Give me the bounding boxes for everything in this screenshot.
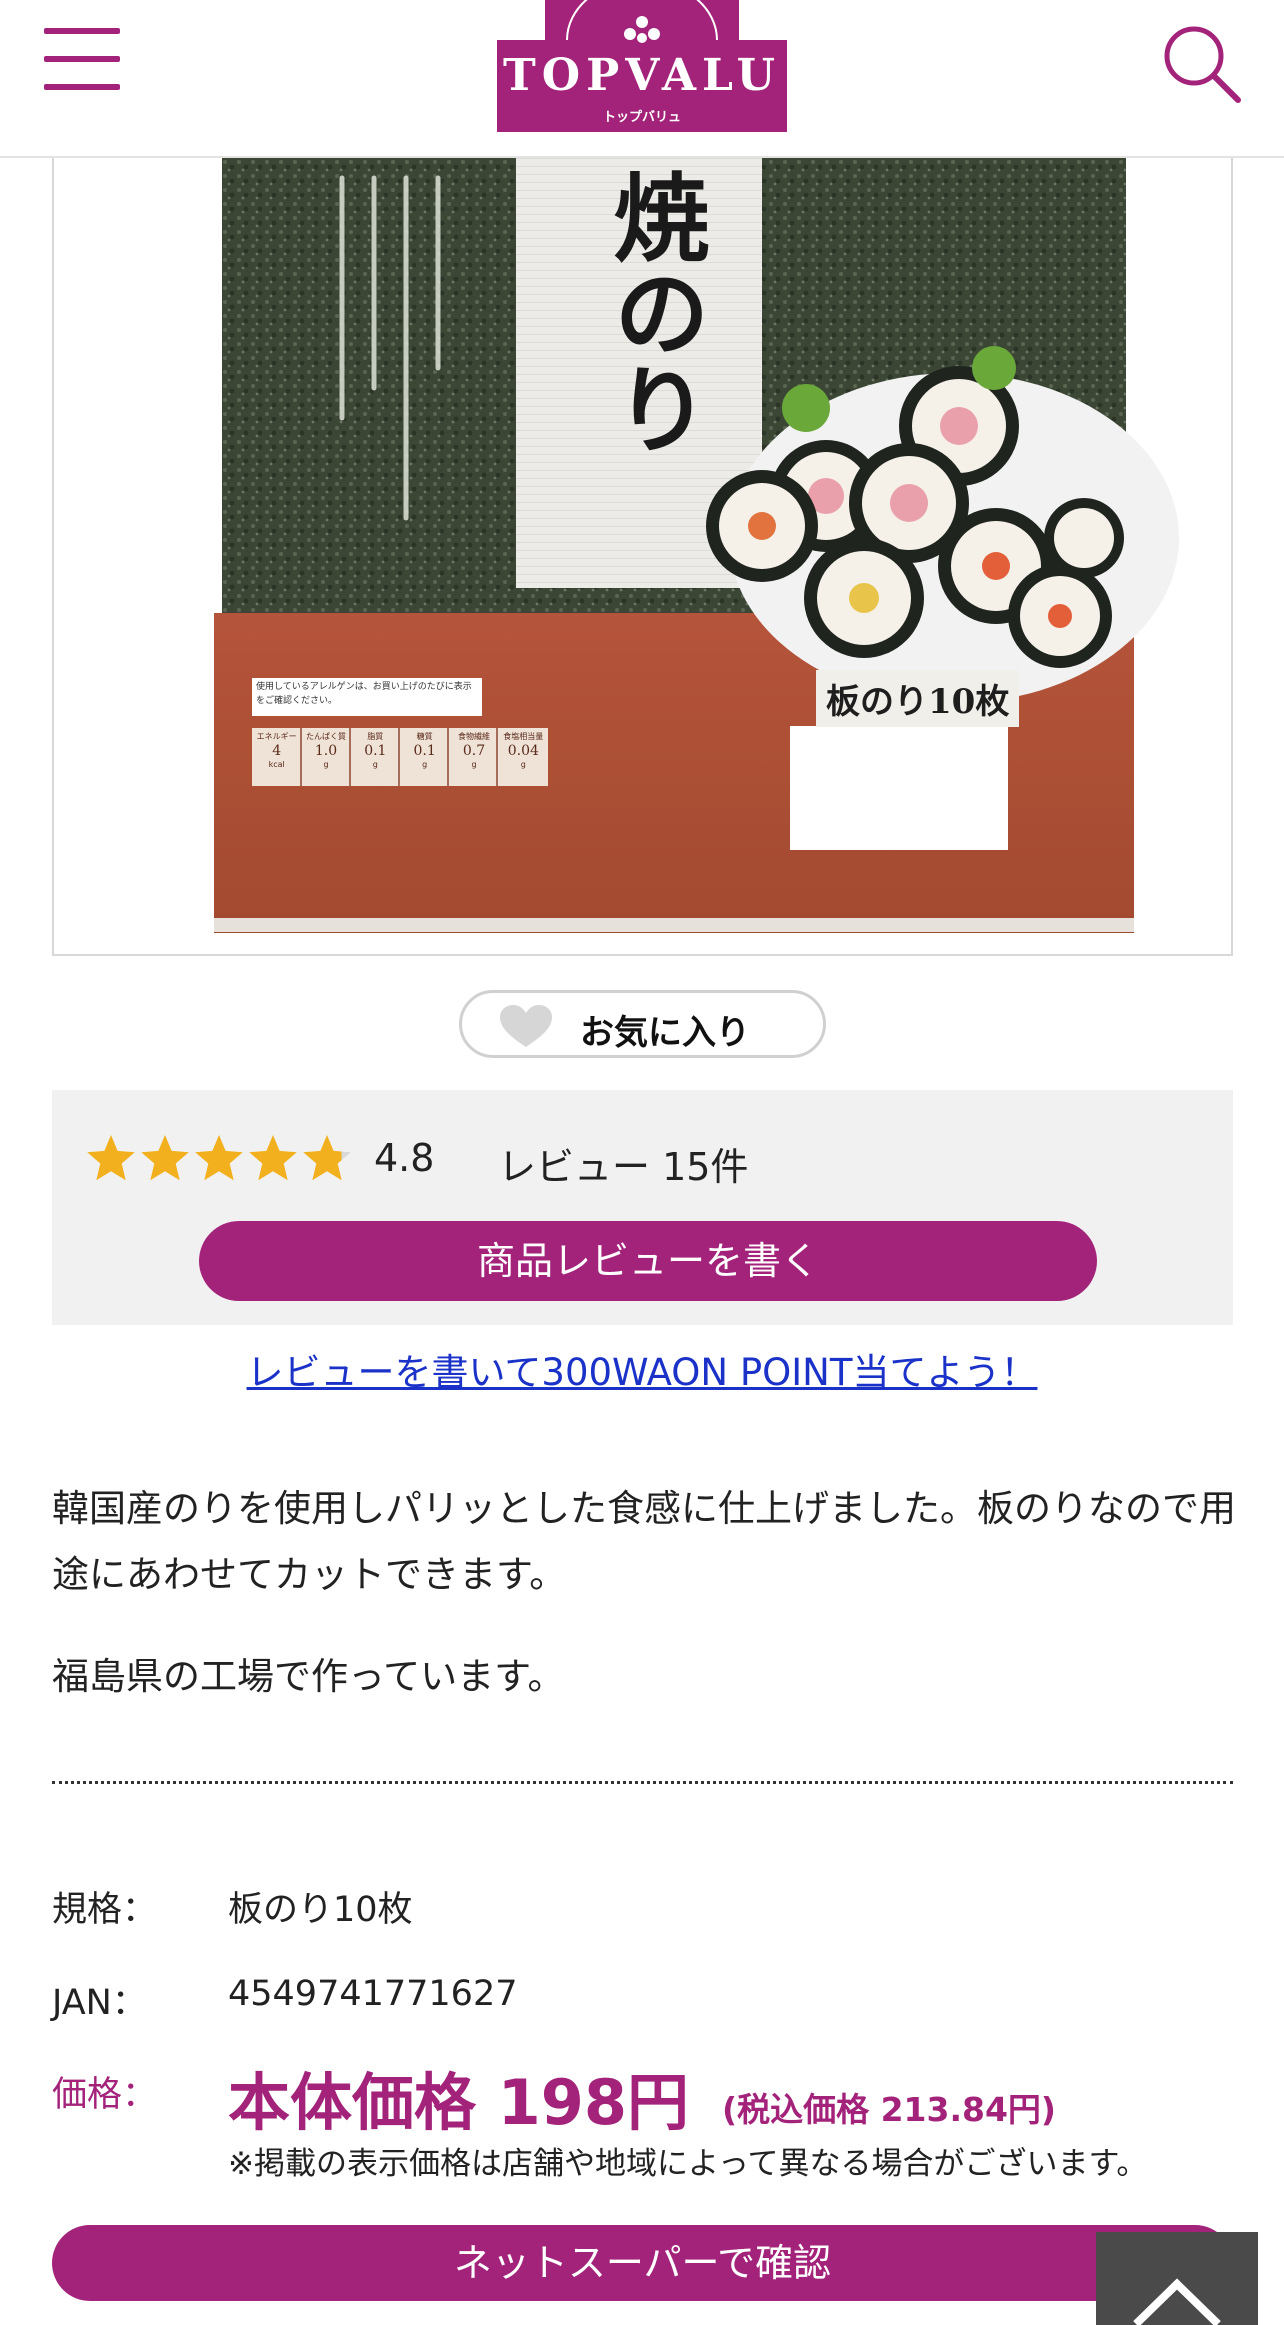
nutrition-label: 食塩相当量 <box>503 732 544 741</box>
nutrition-unit: g <box>422 760 428 769</box>
nutrition-cell: エネルギー 4 kcal <box>252 728 301 786</box>
jan-value: 4549741771627 <box>228 1974 518 2014</box>
nutrition-label: 食物繊維 <box>457 732 490 741</box>
nutrition-unit: g <box>520 760 526 769</box>
price-note: ※掲載の表示価格は店舗や地域によって異なる場合がございます。 <box>228 2146 1148 2182</box>
allergen-note: 使用しているアレルゲンは、お買い上げのたびに表示をご確認ください。 <box>256 682 472 706</box>
size-label: 規格： <box>52 1890 158 1930</box>
rating-value: 4.8 <box>374 1136 435 1180</box>
nutrition-unit: g <box>471 760 477 769</box>
review-promo-link[interactable]: レビューを書いて300WAON POINT当てよう！ <box>0 1342 1284 1396</box>
favorite-label: お気に入り <box>580 1013 750 1053</box>
nutrition-values: エネルギー 4 kcal たんぱく質 1.0 g 脂質 0.1 g 糖質 0.1 g 食物繊維 0.7 g 食… <box>252 728 548 786</box>
package-count: 板のり10枚 <box>816 670 1020 727</box>
package-title: 焼のり <box>597 168 710 456</box>
star-icon <box>195 1135 243 1181</box>
write-review-button[interactable]: 商品レビューを書く <box>199 1221 1097 1301</box>
package-copy: 韓国産のりを使用しパリッとした食感に仕上げました。板のりなので用途にあわせてカッ… <box>324 178 464 598</box>
product-description: 韓国産のりを使用しパリッとした食感に仕上げました。板のりなので用途にあわせてカッ… <box>52 1487 1236 1596</box>
nutrition-value: 0.04 <box>507 743 539 759</box>
size-value: 板のり10枚 <box>228 1890 413 1930</box>
nutrition-cell: 脂質 0.1 g <box>351 728 400 786</box>
heart-icon <box>500 1005 552 1047</box>
star-rating <box>87 1135 351 1181</box>
nutrition-value: 0.7 <box>462 743 486 759</box>
star-icon <box>303 1135 351 1181</box>
price-label: 価格： <box>52 2075 158 2115</box>
star-icon <box>249 1135 297 1181</box>
scroll-to-top-button[interactable] <box>1096 2232 1258 2325</box>
nutrition-label: 糖質 <box>416 732 433 741</box>
nutrition-value: 1.0 <box>314 743 338 759</box>
site-header: TOPVALU トップバリュ <box>0 0 1284 158</box>
nutrition-cell: 食塩相当量 0.04 g <box>499 728 548 786</box>
nutrition-unit: g <box>372 760 378 769</box>
price-main: 本体価格 198円 <box>228 2066 690 2139</box>
nutrition-table: エネルギー 4 kcal たんぱく質 1.0 g 脂質 0.1 g 糖質 0.1 g 食物繊維 0.7 g 食… <box>252 728 548 786</box>
chevron-up-icon <box>1133 2278 1221 2325</box>
jan-label: JAN： <box>52 1983 147 2023</box>
nutrition-label: たんぱく質 <box>305 732 346 741</box>
logo-text: TOPVALU <box>503 50 781 101</box>
nutrition-cell: たんぱく質 1.0 g <box>301 728 350 786</box>
factory-note: 福島県の工場で作っています。 <box>52 1655 565 1698</box>
review-summary: 4.8 レビュー 15件 商品レビューを書く <box>52 1090 1233 1325</box>
price-with-tax: (税込価格 213.84円) <box>722 2090 1056 2129</box>
review-count[interactable]: レビュー 15件 <box>498 1136 748 1191</box>
nutrition-unit: kcal <box>268 760 285 769</box>
logo-subtitle: トップバリュ <box>602 110 681 125</box>
product-image-frame: 焼のり 板のり10枚 韓国産のりを使用しパリッとした食感に仕上げました。板のりな… <box>52 158 1233 956</box>
nutrition-cell: 糖質 0.1 g <box>400 728 449 786</box>
nutrition-value: 0.1 <box>413 743 436 759</box>
hamburger-menu-icon[interactable] <box>44 28 120 92</box>
nutrition-label: エネルギー <box>256 732 297 741</box>
dotted-divider <box>52 1781 1233 1784</box>
favorite-button[interactable]: お気に入り <box>459 990 826 1058</box>
nutrition-value: 4 <box>272 743 282 759</box>
topvalu-logo[interactable]: TOPVALU トップバリュ <box>497 0 787 132</box>
nutrition-value: 0.1 <box>364 743 387 759</box>
star-icon <box>141 1135 189 1181</box>
nutrition-unit: g <box>323 760 329 769</box>
star-icon <box>87 1135 135 1181</box>
nutrition-cell: 食物繊維 0.7 g <box>449 728 498 786</box>
net-super-button[interactable]: ネットスーパーで確認 <box>52 2225 1233 2301</box>
search-icon[interactable] <box>1160 22 1244 106</box>
nutrition-label: 脂質 <box>367 732 384 741</box>
